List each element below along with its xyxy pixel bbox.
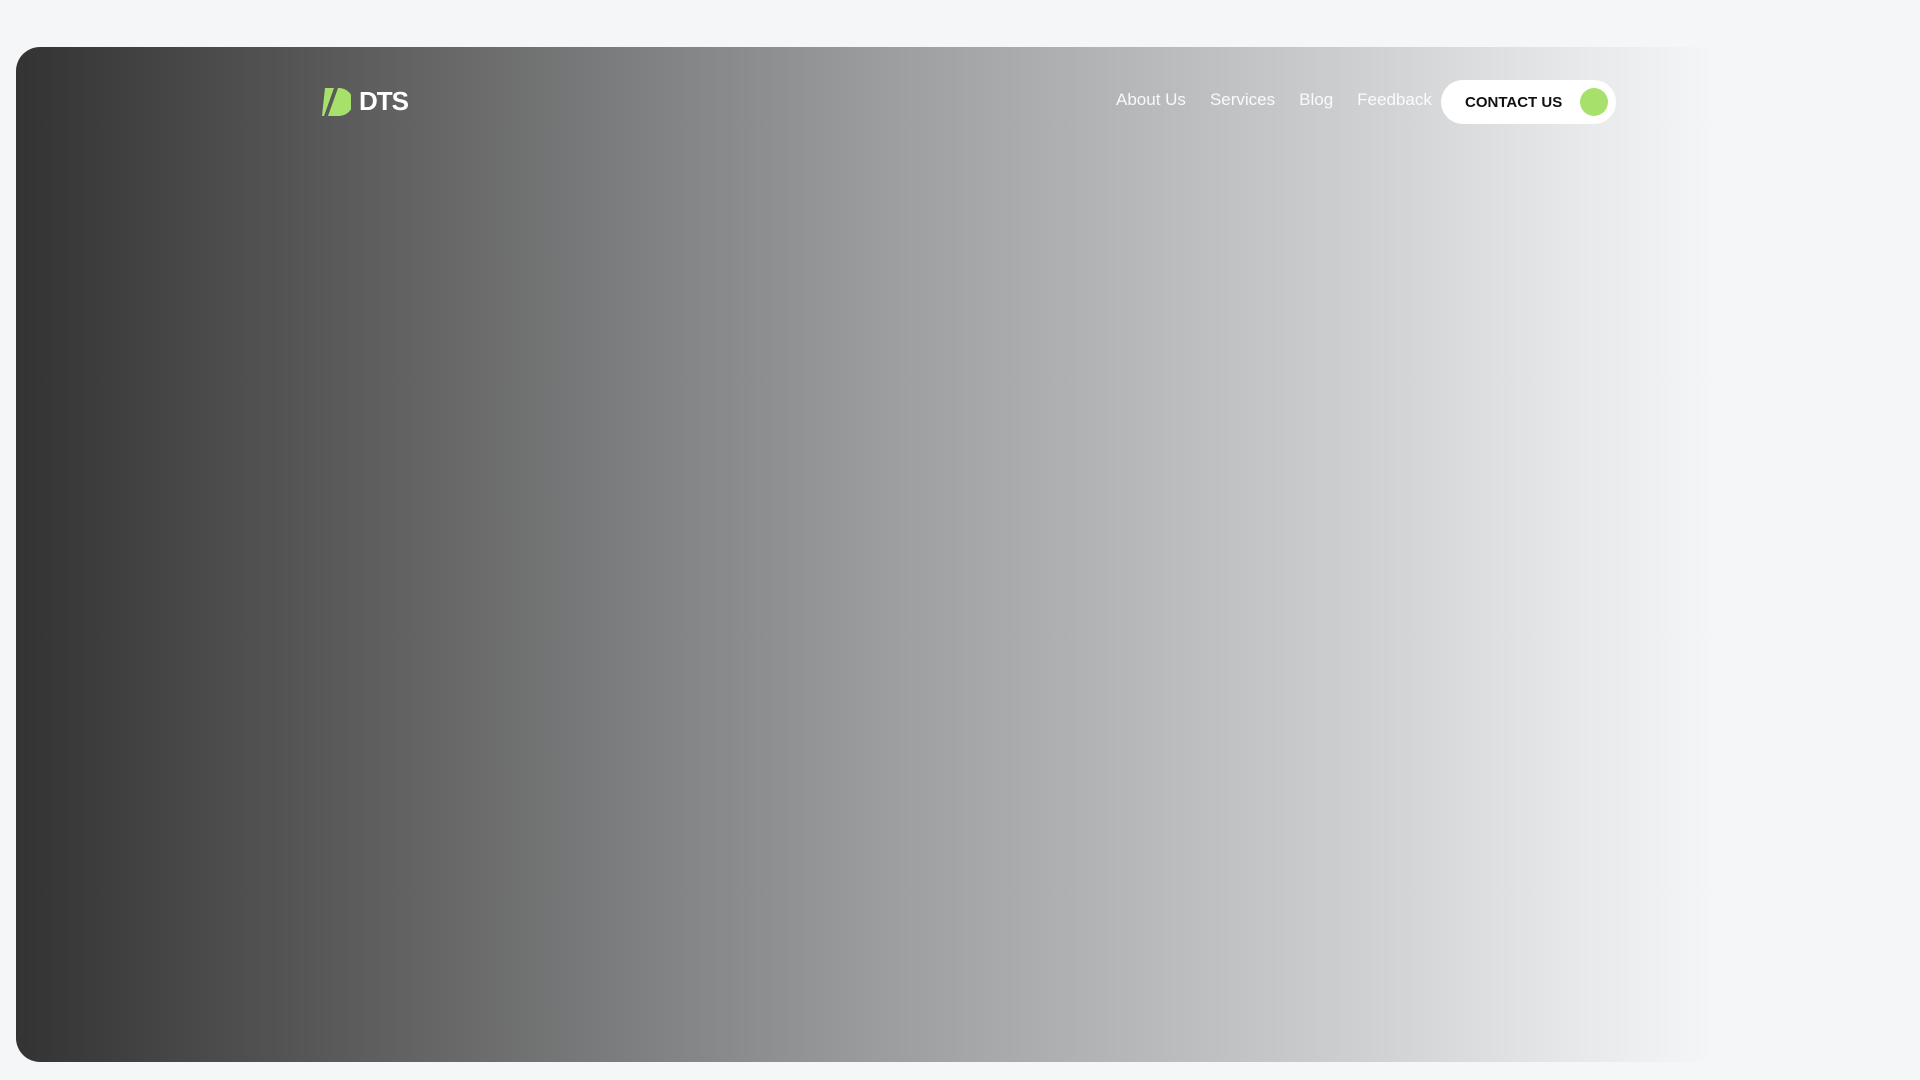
logo-icon (322, 87, 351, 116)
nav-feedback[interactable]: Feedback (1357, 90, 1432, 110)
contact-us-button[interactable]: CONTACT US (1441, 80, 1616, 124)
logo-text: DTS (359, 86, 409, 116)
contact-us-label: CONTACT US (1465, 93, 1563, 111)
green-dot-icon (1580, 88, 1608, 116)
nav-services[interactable]: Services (1210, 90, 1275, 110)
hero-section (16, 47, 1904, 1062)
nav-blog[interactable]: Blog (1299, 90, 1333, 110)
nav-about-us[interactable]: About Us (1116, 90, 1186, 110)
main-nav: About Us Services Blog Feedback (1116, 90, 1432, 110)
logo[interactable]: DTS (321, 86, 409, 117)
